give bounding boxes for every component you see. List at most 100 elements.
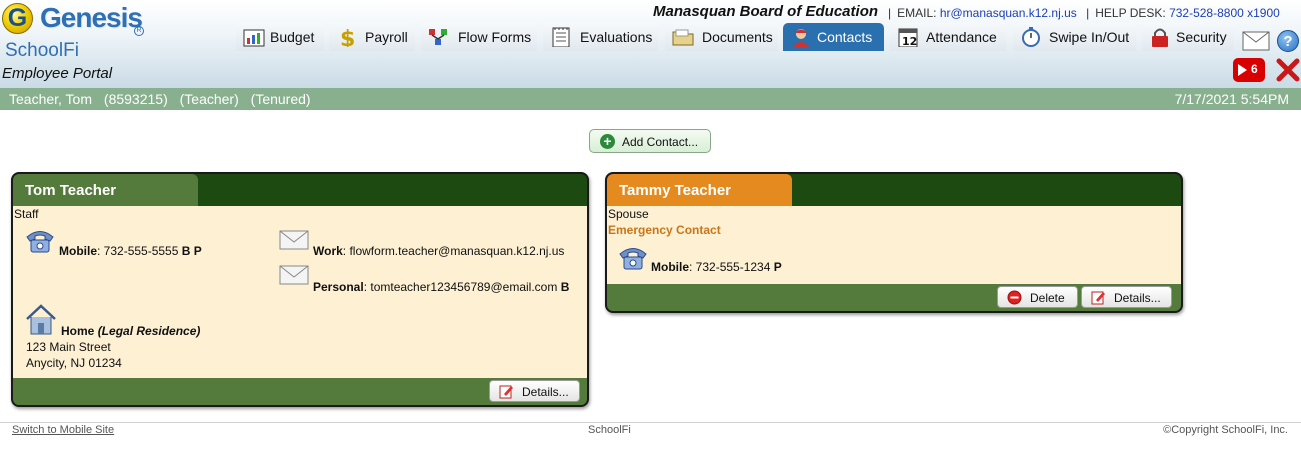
phone-flags: B P [181,244,202,258]
tab-label: Documents [702,29,773,45]
flow-forms-icon [429,29,447,45]
contacts-person-icon [793,29,809,47]
calendar-icon: 12 [898,28,918,47]
mail-icon[interactable] [1242,31,1270,51]
contact-card-footer: Delete Details... [607,284,1181,311]
employee-name: Teacher, Tom [9,91,93,107]
address-line-2: Anycity, NJ 01234 [26,356,122,370]
video-tutorials-button[interactable]: 6 [1233,58,1265,82]
tab-security[interactable]: Security [1142,23,1234,51]
telephone-icon [619,248,647,270]
tab-documents[interactable]: Documents [665,23,778,51]
svg-text:$: $ [340,27,355,47]
contact-card-body: Staff Mobile: 732-555-5555 B P Work: flo… [13,206,587,378]
house-icon [26,304,56,335]
contact-name: Tammy Teacher [619,182,731,199]
employee-status-bar: Teacher, Tom (8593215) (Teacher) (Tenure… [0,88,1301,110]
edit-pencil-icon [1091,291,1105,305]
work-email-line: Work: flowform.teacher@manasquan.k12.nj.… [313,244,565,258]
email-flag: B [560,280,570,294]
tab-flow-forms[interactable]: Flow Forms [421,23,537,51]
phone-number: 732-555-5555 [103,244,179,258]
contact-relationship: Spouse [608,207,649,221]
tab-label: Security [1176,29,1227,45]
tab-evaluations[interactable]: Evaluations [543,23,658,51]
address-label: Home [61,324,95,338]
add-contact-button[interactable]: + Add Contact... [589,129,711,153]
switch-to-mobile-link[interactable]: Switch to Mobile Site [12,424,114,436]
phone-label: Mobile [651,260,689,274]
mobile-phone-line: Mobile: 732-555-5555 B P [59,244,202,258]
contact-card-footer: Details... [13,378,587,405]
padlock-icon [1152,28,1168,47]
tab-swipe-in-out[interactable]: Swipe In/Out [1013,23,1136,51]
contact-name: Tom Teacher [25,182,117,199]
employee-tenure: (Tenured) [250,91,311,107]
emergency-contact-label: Emergency Contact [608,223,721,237]
phone-number: 732-555-1234 [695,260,771,274]
helpdesk-label: HELP DESK: [1095,6,1166,20]
edit-pencil-icon [499,385,513,399]
help-icon[interactable]: ? [1277,30,1299,52]
tab-label: Attendance [926,29,997,45]
tab-budget[interactable]: Budget [236,23,324,51]
address-type: (Legal Residence) [97,324,201,338]
envelope-icon [279,265,309,285]
home-address-heading: Home (Legal Residence) [61,324,200,338]
footer-copyright: ©Copyright SchoolFi, Inc. [1163,424,1288,436]
notepad-icon [552,27,570,47]
personal-email-line: Personal: tomteacher123456789@email.com … [313,280,570,294]
play-icon [1238,64,1247,76]
tab-label: Evaluations [580,29,653,45]
contact-card-tammy-teacher: Tammy Teacher Spouse Emergency Contact M… [605,172,1183,313]
delete-circle-icon [1007,290,1022,305]
genesis-logo-text: Genesis [40,2,143,33]
helpdesk-number: 732-528-8800 x1900 [1169,6,1280,20]
address-line-1: 123 Main Street [26,340,111,354]
tab-contacts[interactable]: Contacts [783,23,884,51]
calendar-day: 12 [902,35,917,47]
tab-label: Budget [270,29,315,45]
delete-label: Delete [1030,291,1065,305]
work-email: flowform.teacher@manasquan.k12.nj.us [349,244,565,258]
portal-title: Employee Portal [2,65,113,82]
envelope-icon [279,230,309,250]
contact-relationship: Staff [14,207,39,221]
contact-card-tab: Tom Teacher [13,174,198,206]
add-contact-label: Add Contact... [622,135,699,149]
district-name: Manasquan Board of Education [653,3,879,20]
details-label: Details... [522,385,569,399]
registered-mark: R [134,26,144,36]
tab-attendance[interactable]: 12 Attendance [890,23,1006,51]
add-circle-icon: + [600,134,615,149]
product-name: SchoolFi [5,40,79,61]
mobile-phone-line: Mobile: 732-555-1234 P [651,260,782,274]
email-label: Personal [313,280,364,294]
genesis-logo-icon: G [2,3,33,34]
stopwatch-icon [1022,27,1040,47]
footer-divider [0,422,1301,423]
employee-id: (8593215) [103,91,168,107]
employee-role: (Teacher) [179,91,239,107]
tab-label: Flow Forms [458,29,532,45]
contact-card-tom-teacher: Tom Teacher Staff Mobile: 732-555-5555 B… [11,172,589,407]
budget-chart-icon [243,29,265,47]
details-button[interactable]: Details... [489,380,580,402]
email-link[interactable]: hr@manasquan.k12.nj.us [940,6,1077,20]
telephone-icon [26,231,54,253]
close-icon[interactable] [1276,58,1300,82]
details-button[interactable]: Details... [1081,286,1172,308]
tab-payroll[interactable]: $ Payroll [329,23,415,51]
email-label: Work [313,244,343,258]
tab-label: Swipe In/Out [1049,29,1130,45]
contact-card-tab: Tammy Teacher [607,174,792,206]
tab-label: Contacts [817,29,873,45]
contact-card-body: Spouse Emergency Contact Mobile: 732-555… [607,206,1181,284]
support-contact-line: | EMAIL: hr@manasquan.k12.nj.us | HELP DES… [888,6,1280,20]
tab-label: Payroll [365,29,408,45]
details-label: Details... [1114,291,1161,305]
dollar-icon: $ [340,27,355,47]
personal-email: tomteacher123456789@email.com [370,280,558,294]
delete-button[interactable]: Delete [997,286,1078,308]
current-datetime: 7/17/2021 5:54PM [1174,91,1289,107]
